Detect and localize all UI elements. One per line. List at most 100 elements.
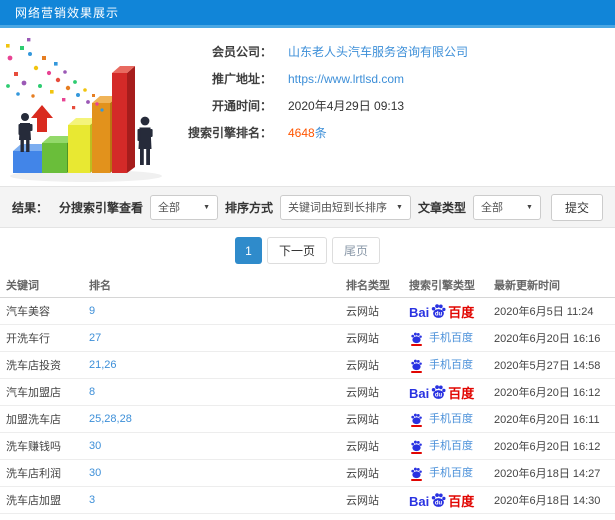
article-type-filter-select[interactable]: 全部 ▼: [472, 194, 541, 220]
baidu-red-underline: [411, 451, 422, 454]
chevron-down-icon: ▼: [526, 203, 533, 211]
engine-type-cell: 手机百度: [409, 464, 494, 482]
svg-text:du: du: [435, 501, 443, 507]
table-row: 开洗车行 27 云网站 手机百度 2020年6月20日 16:16: [0, 325, 615, 352]
last-page-button[interactable]: 尾页: [332, 237, 381, 264]
chevron-down-icon: ▼: [203, 203, 211, 211]
table-row: 洗车店加盟 3 云网站 Bai du 百度 2020年6月18日 14:30: [0, 487, 615, 514]
mobile-baidu-label: 手机百度: [429, 467, 473, 480]
mobile-baidu-label: 手机百度: [429, 332, 473, 345]
baidu-logo: Bai du 百度: [409, 302, 474, 319]
col-rank-type: 排名类型: [346, 280, 390, 292]
keyword-cell: 洗车店加盟: [6, 495, 61, 507]
baidu-logo: Bai du 百度: [409, 383, 474, 400]
rank-type-cell: 云网站: [346, 360, 379, 372]
updated-time-cell: 2020年6月18日 14:30: [494, 495, 601, 507]
col-engine-type: 搜索引擎类型: [409, 280, 475, 292]
engine-type-cell: Bai du 百度: [409, 491, 494, 509]
sort-filter-select[interactable]: 关键词由短到长排序 ▼: [280, 194, 411, 220]
svg-text:du: du: [435, 312, 443, 318]
top-title-bar: 网络营销效果展示: [0, 0, 615, 28]
table-row: 汽车加盟店 8 云网站 Bai du 百度 2020年6月20日 16:12: [0, 379, 615, 406]
table-row: 洗车赚钱吗 30 云网站 手机百度 2020年6月20日 16:12: [0, 433, 615, 460]
baidu-paw-icon: [411, 440, 422, 451]
engine-type-cell: 手机百度: [409, 356, 494, 374]
company-info: 会员公司： 山东老人头汽车服务咨询有限公司 推广地址： https://www.…: [172, 28, 615, 186]
mobile-baidu-logo: 手机百度: [409, 410, 473, 427]
rank-link[interactable]: 9: [89, 305, 95, 317]
rank-type-cell: 云网站: [346, 495, 379, 507]
mobile-baidu-label: 手机百度: [429, 359, 473, 372]
mobile-baidu-logo: 手机百度: [409, 437, 473, 454]
rank-type-cell: 云网站: [346, 414, 379, 426]
sort-filter-value: 关键词由短到长排序: [288, 202, 388, 214]
engine-type-cell: 手机百度: [409, 410, 494, 428]
engine-type-cell: 手机百度: [409, 437, 494, 455]
submit-button[interactable]: 提交: [550, 193, 603, 221]
col-rank: 排名: [89, 280, 111, 292]
rank-count-value: 4648条: [288, 124, 327, 141]
col-keyword: 关键词: [6, 280, 39, 292]
table-header-row: 关键词 排名 排名类型 搜索引擎类型 最新更新时间: [0, 273, 615, 298]
baidu-logo-bai-text: Bai: [409, 305, 430, 320]
baidu-red-underline: [411, 370, 422, 373]
mobile-baidu-label: 手机百度: [429, 440, 473, 453]
engine-type-cell: 手机百度: [409, 329, 494, 347]
table-body: 汽车美容 9 云网站 Bai du 百度 2020年6月5日 11:24 开洗车行 27 云…: [0, 298, 615, 514]
baidu-logo-name-text: 百度: [448, 494, 475, 509]
updated-time-cell: 2020年6月5日 11:24: [494, 306, 594, 318]
chevron-down-icon: ▼: [396, 203, 403, 211]
rank-count-unit: 条: [314, 126, 327, 140]
svg-text:du: du: [435, 393, 443, 399]
rank-link[interactable]: 27: [89, 332, 101, 344]
baidu-logo-bai-text: Bai: [409, 386, 430, 401]
ranking-table: 关键词 排名 排名类型 搜索引擎类型 最新更新时间 汽车美容 9 云网站 Bai d…: [0, 273, 615, 514]
info-row-company: 会员公司： 山东老人头汽车服务咨询有限公司: [172, 38, 615, 65]
keyword-cell: 加盟洗车店: [6, 414, 61, 426]
rank-type-cell: 云网站: [346, 333, 379, 345]
baidu-paw-icon: du: [432, 304, 446, 318]
rank-link[interactable]: 30: [89, 440, 101, 452]
sort-filter-label: 排序方式: [225, 200, 274, 215]
open-time-label: 开通时间：: [211, 99, 272, 113]
mobile-baidu-logo: 手机百度: [409, 356, 473, 373]
info-row-open-time: 开通时间： 2020年4月29日 09:13: [172, 92, 615, 119]
keyword-cell: 开洗车行: [6, 333, 50, 345]
pagination: 1 下一页 尾页: [0, 228, 615, 273]
baidu-logo: Bai du 百度: [409, 491, 474, 508]
baidu-paw-icon: du: [432, 493, 446, 507]
baidu-paw-icon: [411, 359, 422, 370]
page-1-button[interactable]: 1: [234, 237, 262, 264]
summary-section: 会员公司： 山东老人头汽车服务咨询有限公司 推广地址： https://www.…: [0, 28, 615, 186]
baidu-paw-icon: [411, 413, 422, 424]
engine-type-cell: Bai du 百度: [409, 302, 494, 320]
updated-time-cell: 2020年6月20日 16:16: [494, 333, 601, 345]
rank-count-label: 搜索引擎排名：: [187, 126, 272, 140]
article-type-filter-label: 文章类型: [417, 200, 466, 215]
col-updated: 最新更新时间: [494, 280, 560, 292]
info-row-rank-count: 搜索引擎排名： 4648条: [172, 119, 615, 146]
rank-link[interactable]: 21,26: [89, 359, 117, 371]
mobile-baidu-label: 手机百度: [429, 413, 473, 426]
engine-filter-label: 分搜索引擎查看: [59, 200, 144, 215]
rank-link[interactable]: 30: [89, 467, 101, 479]
rank-type-cell: 云网站: [346, 441, 379, 453]
engine-filter-select[interactable]: 全部 ▼: [150, 194, 219, 220]
promo-url-label: 推广地址：: [211, 72, 272, 86]
next-page-button[interactable]: 下一页: [266, 237, 327, 264]
baidu-logo-bai-text: Bai: [409, 494, 430, 509]
rank-link[interactable]: 3: [89, 494, 95, 506]
baidu-logo-name-text: 百度: [448, 305, 475, 320]
rank-link[interactable]: 25,28,28: [89, 413, 132, 425]
businessman-right-figure: [137, 116, 153, 165]
keyword-cell: 汽车美容: [6, 306, 50, 318]
company-name-link[interactable]: 山东老人头汽车服务咨询有限公司: [288, 43, 468, 60]
company-label: 会员公司：: [211, 45, 272, 59]
rank-link[interactable]: 8: [89, 386, 95, 398]
table-row: 加盟洗车店 25,28,28 云网站 手机百度 2020年6月20日 16:11: [0, 406, 615, 433]
table-row: 洗车店投资 21,26 云网站 手机百度 2020年5月27日 14:58: [0, 352, 615, 379]
engine-filter-value: 全部: [158, 202, 181, 214]
promo-url-link[interactable]: https://www.lrtlsd.com: [288, 72, 404, 86]
rank-type-cell: 云网站: [346, 468, 379, 480]
table-row: 洗车店利润 30 云网站 手机百度 2020年6月18日 14:27: [0, 460, 615, 487]
